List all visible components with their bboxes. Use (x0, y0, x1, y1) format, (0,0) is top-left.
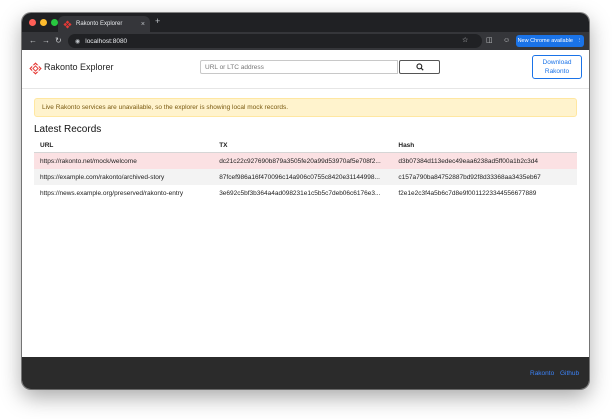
back-arrow-icon[interactable]: ← (29, 35, 37, 47)
cell-url[interactable]: https://news.example.org/preserved/rakon… (34, 185, 213, 201)
address-text[interactable]: localhost:8080 (85, 38, 127, 45)
page-content: Rakonto Explorer Download Rakonto Live R… (22, 50, 589, 389)
cell-hash: d3b07384d113edec49eaa6238ad5ff00a1b2c3d4 (392, 152, 577, 169)
browser-menu-icon[interactable]: ⋮ (577, 38, 583, 44)
minimize-window-button[interactable] (40, 19, 47, 26)
table-row[interactable]: https://news.example.org/preserved/rakon… (34, 185, 577, 201)
browser-window: Rakonto Explorer × + ← → ↻ ◉ localhost:8… (22, 13, 589, 389)
download-label-line-1: Download (542, 59, 572, 66)
chrome-update-button[interactable]: New Chrome available ⋮ (516, 35, 584, 47)
window-controls (29, 19, 58, 26)
cell-hash: c157a790ba84752887bd92f8d33368aa3435eb67 (392, 169, 577, 185)
brand-name[interactable]: Rakonto Explorer (44, 62, 114, 72)
download-label-line-2: Rakonto (544, 68, 570, 75)
records-table: URL TX Hash https://rakonto.net/mock/wel… (34, 138, 577, 201)
cell-tx[interactable]: 3e692c5bf3b364a4ad098231e1c5b5c7deb06c61… (213, 185, 392, 201)
forward-arrow-icon[interactable]: → (42, 35, 50, 47)
tab-title: Rakonto Explorer (76, 21, 123, 27)
reload-icon[interactable]: ↻ (55, 35, 62, 47)
profile-icon[interactable]: ☺ (503, 36, 510, 46)
search-input[interactable] (200, 60, 398, 74)
close-window-button[interactable] (29, 19, 36, 26)
rakonto-logo-icon[interactable] (29, 62, 42, 75)
table-row[interactable]: https://rakonto.net/mock/welcome dc21c22… (34, 152, 577, 169)
cell-url[interactable]: https://rakonto.net/mock/welcome (34, 152, 214, 169)
table-header-row: URL TX Hash (34, 138, 577, 153)
column-header-tx: TX (213, 138, 393, 153)
cell-tx[interactable]: 87fcef986a16f470096c14a906c0755c8420e311… (213, 169, 393, 185)
bookmark-star-icon[interactable]: ☆ (462, 36, 468, 46)
column-header-url: URL (34, 138, 214, 153)
latest-records-title: Latest Records (34, 124, 102, 135)
browser-toolbar: ← → ↻ ◉ localhost:8080 ☆ ◫ ☺ New Chrome … (22, 32, 589, 50)
footer-link-github[interactable]: Github (560, 370, 579, 377)
address-bar[interactable]: ◉ localhost:8080 (68, 34, 482, 48)
column-header-hash: Hash (392, 138, 577, 153)
cell-tx[interactable]: dc21c22c927690b879a3505fe20a99d53970af5e… (213, 152, 393, 169)
new-tab-button[interactable]: + (155, 17, 160, 26)
service-unavailable-alert: Live Rakonto services are unavailable, s… (34, 98, 577, 117)
maximize-window-button[interactable] (51, 19, 58, 26)
footer-link-rakonto[interactable]: Rakonto (530, 370, 554, 377)
chrome-update-label: New Chrome available (517, 38, 573, 44)
site-footer: Rakonto Github (22, 357, 589, 389)
side-panel-icon[interactable]: ◫ (486, 36, 493, 46)
tab-strip: Rakonto Explorer × + (22, 13, 589, 32)
cell-hash: f2e1e2c3f4a5b6c7d8e9f0011223344556677889 (398, 189, 537, 197)
table-row[interactable]: https://example.com/rakonto/archived-sto… (34, 169, 577, 185)
search-icon (415, 63, 424, 71)
tab-close-icon[interactable]: × (141, 21, 145, 28)
rakonto-favicon-icon (63, 19, 72, 29)
cell-url[interactable]: https://example.com/rakonto/archived-sto… (34, 169, 214, 185)
browser-tab[interactable]: Rakonto Explorer × (58, 16, 150, 32)
site-info-icon[interactable]: ◉ (75, 38, 80, 45)
alert-message: Live Rakonto services are unavailable, s… (42, 104, 289, 111)
download-rakonto-button[interactable]: Download Rakonto (532, 55, 582, 79)
site-header: Rakonto Explorer Download Rakonto (22, 50, 589, 89)
search-button[interactable] (399, 60, 440, 74)
